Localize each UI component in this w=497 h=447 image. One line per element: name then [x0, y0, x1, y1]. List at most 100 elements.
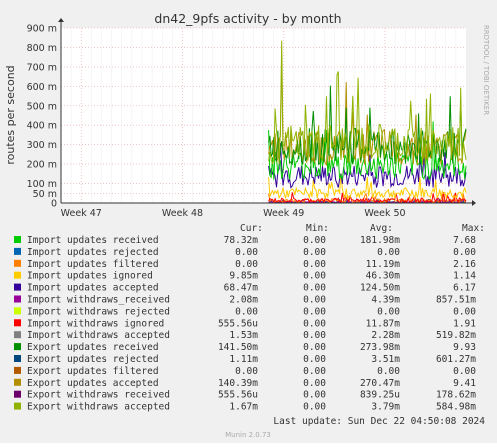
last-update: Last update: Sun Dec 22 04:50:08 2024 — [273, 416, 485, 427]
legend-value: 181.98m — [360, 235, 400, 246]
legend-swatch — [14, 247, 21, 255]
legend-value: 839.25u — [360, 390, 400, 401]
legend-swatch — [14, 236, 21, 243]
legend-swatch — [14, 402, 21, 410]
y-tick-label: 50 m — [33, 189, 57, 200]
legend-swatch — [14, 378, 21, 386]
legend-value: 140.39m — [218, 378, 258, 389]
legend-value: 0.00 — [303, 318, 326, 329]
legend-swatch — [14, 390, 21, 398]
legend-value: 9.93 — [453, 342, 476, 353]
y-tick-label: 200 m — [27, 160, 57, 171]
legend-value: 0.00 — [303, 378, 326, 389]
legend-value: 0.00 — [303, 235, 326, 246]
legend-value: 0.00 — [303, 342, 326, 353]
legend-series-name: Import updates received — [27, 235, 159, 246]
legend-value: 11.87m — [366, 318, 401, 329]
munin-version: Munin 2.0.73 — [225, 431, 271, 439]
legend-series-name: Export updates received — [27, 342, 159, 353]
legend-value: 7.68 — [453, 235, 476, 246]
legend-value: 1.11m — [229, 354, 258, 365]
legend-swatch — [14, 307, 21, 315]
legend-value: 2.08m — [229, 295, 258, 306]
legend-value: 4.39m — [371, 295, 400, 306]
legend-series-name: Export withdraws accepted — [27, 402, 170, 413]
legend-series-name: Import withdraws ignored — [27, 318, 164, 329]
legend-swatch — [14, 343, 21, 351]
rrdtool-credit: RRDTOOL / TOBI OETIKER — [482, 25, 490, 115]
y-axis-label: routes per second — [4, 65, 17, 164]
legend-series-name: Export updates rejected — [27, 354, 159, 365]
y-tick-label: 500 m — [27, 101, 57, 112]
legend-swatch — [14, 259, 21, 267]
legend-series-name: Export updates filtered — [27, 366, 159, 377]
legend-value: 1.67m — [229, 402, 258, 413]
legend-value: 0.00 — [303, 306, 326, 317]
legend-value: 78.32m — [224, 235, 259, 246]
legend-column-header: Cur: — [240, 223, 263, 234]
legend-series-name: Export withdraws received — [27, 390, 170, 401]
legend-value: 270.47m — [360, 378, 400, 389]
legend-value: 1.14 — [453, 271, 476, 282]
legend-value: 555.56u — [218, 318, 258, 329]
y-tick-label: 400 m — [27, 121, 57, 132]
legend-value: 0.00 — [377, 247, 400, 258]
x-axis-arrow — [472, 200, 476, 206]
legend-swatch — [14, 366, 21, 374]
legend-value: 9.41 — [453, 378, 476, 389]
legend-value: 178.62m — [436, 390, 476, 401]
y-axis-arrow — [58, 18, 64, 22]
legend-value: 0.00 — [303, 295, 326, 306]
y-tick-label: 900 m — [27, 24, 57, 35]
x-tick-label: Week 48 — [162, 208, 203, 219]
legend-value: 0.00 — [235, 259, 258, 270]
legend-value: 1.91 — [453, 318, 476, 329]
legend-value: 141.50m — [218, 342, 258, 353]
legend-value: 857.51m — [436, 295, 476, 306]
activity-chart: dn42_9pfs activity - by month routes per… — [4, 11, 490, 439]
legend-value: 11.19m — [366, 259, 401, 270]
legend-value: 1.53m — [229, 330, 258, 341]
munin-graph: dn42_9pfs activity - by month routes per… — [0, 0, 497, 443]
chart-title: dn42_9pfs activity - by month — [154, 11, 341, 26]
legend-value: 601.27m — [436, 354, 476, 365]
legend-series-name: Import withdraws accepted — [27, 330, 170, 341]
legend-column-header: Min: — [306, 223, 329, 234]
legend-value: 0.00 — [303, 247, 326, 258]
legend-series-name: Import withdraws rejected — [27, 306, 170, 317]
legend-value: 0.00 — [453, 247, 476, 258]
legend-value: 0.00 — [235, 306, 258, 317]
legend-value: 0.00 — [303, 259, 326, 270]
legend-value: 0.00 — [235, 247, 258, 258]
y-tick-label: 600 m — [27, 82, 57, 93]
legend-swatch — [14, 319, 21, 327]
legend-swatch — [14, 295, 21, 303]
legend-series-name: Export updates accepted — [27, 378, 159, 389]
legend-value: 0.00 — [303, 366, 326, 377]
legend-series-name: Import updates rejected — [27, 247, 159, 258]
legend-value: 3.79m — [371, 402, 400, 413]
legend-value: 0.00 — [303, 283, 326, 294]
legend-value: 555.56u — [218, 390, 258, 401]
x-tick-label: Week 49 — [263, 208, 304, 219]
legend-value: 9.85m — [229, 271, 258, 282]
legend-value: 68.47m — [224, 283, 259, 294]
legend-value: 0.00 — [235, 366, 258, 377]
legend-value: 2.28m — [371, 330, 400, 341]
legend-value: 0.00 — [453, 306, 476, 317]
legend-swatch — [14, 283, 21, 291]
legend-value: 0.00 — [377, 306, 400, 317]
legend-series-name: Import updates ignored — [27, 271, 153, 282]
legend-value: 584.98m — [436, 402, 476, 413]
legend-value: 0.00 — [303, 271, 326, 282]
legend-value: 0.00 — [303, 330, 326, 341]
x-tick-label: Week 50 — [364, 208, 405, 219]
y-tick-label: 100 m — [27, 179, 57, 190]
legend-value: 273.98m — [360, 342, 400, 353]
legend-series-name: Import updates filtered — [27, 259, 159, 270]
y-tick-label: 300 m — [27, 140, 57, 151]
legend-swatch — [14, 331, 21, 339]
legend-swatch — [14, 355, 21, 362]
legend: Cur: Min: Avg: Max: Import updates received 7… — [14, 223, 485, 413]
legend-swatch — [14, 271, 21, 279]
